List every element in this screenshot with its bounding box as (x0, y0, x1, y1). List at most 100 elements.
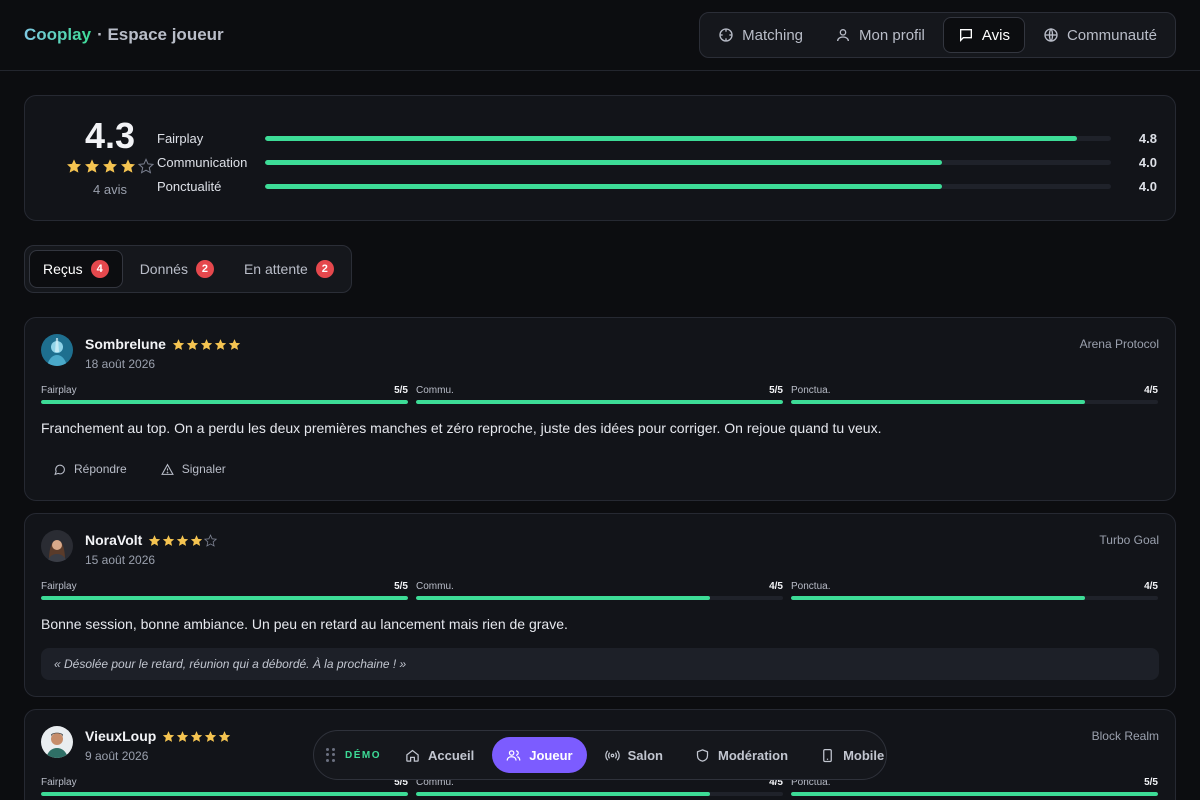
star-full-icon (163, 730, 175, 742)
count-badge: 4 (90, 260, 109, 278)
top-header: Cooplay · Espace joueur Matching Mon pro… (0, 0, 1200, 71)
demo-accueil-label: Accueil (428, 747, 475, 763)
brand: Cooplay · Espace joueur (24, 25, 224, 45)
drag-handle-icon[interactable] (326, 748, 335, 762)
author-name[interactable]: NoraVolt (85, 532, 142, 548)
criterion-cell: Ponctua. 4/5 (791, 581, 1158, 600)
crosshair-icon (719, 28, 733, 42)
criterion-bar (416, 596, 783, 600)
reply-label: Répondre (74, 462, 127, 476)
star-full-icon (214, 338, 227, 350)
review-comment: Franchement au top. On a perdu les deux … (41, 420, 882, 436)
criterion-bar (416, 400, 783, 404)
review-card: Sombrelune 18 août 2026 Arena Protocol F… (24, 317, 1176, 501)
tab-en-attente[interactable]: En attente 2 (231, 250, 347, 288)
review-date: 9 août 2026 (85, 749, 149, 763)
criterion-bar-fill (416, 400, 783, 404)
author-reply: « Désolée pour le retard, réunion qui a … (41, 648, 1159, 680)
criterion-bar (791, 792, 1158, 796)
game-name: Block Realm (1091, 729, 1159, 743)
criterion-bar-fill (41, 596, 408, 600)
star-full-icon (103, 159, 117, 173)
game-name: Arena Protocol (1079, 337, 1159, 351)
criterion-label: Fairplay (157, 130, 204, 146)
demo-salon-label: Salon (627, 747, 663, 763)
review-author: VieuxLoup (85, 728, 231, 744)
criterion-bar-fill (791, 596, 1085, 600)
star-full-icon (205, 730, 217, 742)
demo-joueur[interactable]: Joueur (492, 737, 587, 773)
nav-matching[interactable]: Matching (704, 17, 817, 53)
avatar-image (41, 530, 73, 562)
star-full-icon (191, 534, 203, 546)
criterion-value: 4.0 (1138, 154, 1157, 170)
criterion-cell: Ponctua. 4/5 (791, 385, 1158, 404)
star-full-icon (121, 159, 135, 173)
criterion-cell: Fairplay 5/5 (41, 581, 408, 600)
nav-mon-profil[interactable]: Mon profil (821, 17, 939, 53)
nav-matching-label: Matching (742, 26, 804, 44)
criterion-bar (265, 135, 1111, 141)
criterion-bar-fill (791, 792, 1158, 796)
demo-moderation-label: Modération (718, 747, 789, 763)
author-name[interactable]: Sombrelune (85, 336, 166, 352)
criterion-cell: Commu. 4/5 (416, 581, 783, 600)
brand-logo-text[interactable]: Cooplay (24, 25, 91, 45)
review-author: NoraVolt (85, 532, 218, 548)
demo-salon[interactable]: Salon (591, 737, 677, 773)
broadcast-icon (604, 749, 620, 761)
star-full-icon (186, 338, 199, 350)
criterion-value: 5/5 (1144, 777, 1158, 788)
criterion-row: Ponctualité 4.0 (157, 174, 1157, 198)
author-name[interactable]: VieuxLoup (85, 728, 156, 744)
criterion-bar-fill (416, 596, 710, 600)
demo-joueur-label: Joueur (529, 747, 573, 763)
avatar[interactable] (41, 726, 73, 758)
review-tabs: Reçus 4 Donnés 2 En attente 2 (24, 245, 352, 293)
star-full-icon (163, 534, 175, 546)
message-circle-icon (54, 464, 65, 475)
review-date: 18 août 2026 (85, 357, 156, 371)
criterion-bar (41, 400, 408, 404)
game-name: Turbo Goal (1099, 533, 1159, 547)
demo-accueil[interactable]: Accueil (391, 737, 488, 773)
tab-recus-label: Reçus (43, 261, 83, 277)
review-count: 4 avis (93, 182, 127, 197)
home-icon (406, 749, 419, 762)
avatar[interactable] (41, 530, 73, 562)
message-icon (959, 29, 972, 42)
criterion-label: Commu. (416, 581, 454, 592)
phone-icon (823, 748, 832, 762)
star-full-icon (67, 159, 81, 173)
star-full-icon (149, 534, 161, 546)
criterion-value: 5/5 (769, 385, 783, 396)
demo-moderation[interactable]: Modération (681, 737, 802, 773)
nav-avis-label: Avis (981, 26, 1010, 44)
demo-mobile-label: Mobile (843, 747, 885, 763)
users-icon (506, 749, 521, 761)
criterion-bar-fill (791, 400, 1085, 404)
criteria-breakdown: Fairplay 4.8 Communication 4.0 Ponctuali… (157, 126, 1157, 198)
main-nav: Matching Mon profil Avis Communauté (699, 12, 1176, 58)
nav-avis[interactable]: Avis (942, 17, 1025, 53)
nav-communaute[interactable]: Communauté (1029, 17, 1171, 53)
rating-summary-card: 4.3 4 avis Fairplay 4.8 Communication 4.… (24, 95, 1176, 221)
user-icon (837, 29, 850, 42)
demo-mobile[interactable]: Mobile (806, 737, 898, 773)
review-date: 15 août 2026 (85, 553, 156, 567)
criterion-bar (791, 596, 1158, 600)
criterion-bar (265, 159, 1111, 165)
criterion-value: 4/5 (1144, 581, 1158, 592)
star-empty-icon (204, 533, 218, 547)
reply-button[interactable]: Répondre (41, 456, 139, 482)
demo-label: DÉMO (345, 749, 381, 761)
tab-donnes[interactable]: Donnés 2 (127, 250, 227, 288)
tab-recus[interactable]: Reçus 4 (29, 250, 123, 288)
avatar[interactable] (41, 334, 73, 366)
criterion-label: Communication (157, 154, 248, 170)
report-button[interactable]: Signaler (149, 456, 238, 482)
report-label: Signaler (181, 462, 226, 476)
review-stars (148, 533, 218, 547)
overall-score-block: 4.3 4 avis (45, 116, 175, 197)
review-comment: Bonne session, bonne ambiance. Un peu en… (41, 616, 568, 632)
